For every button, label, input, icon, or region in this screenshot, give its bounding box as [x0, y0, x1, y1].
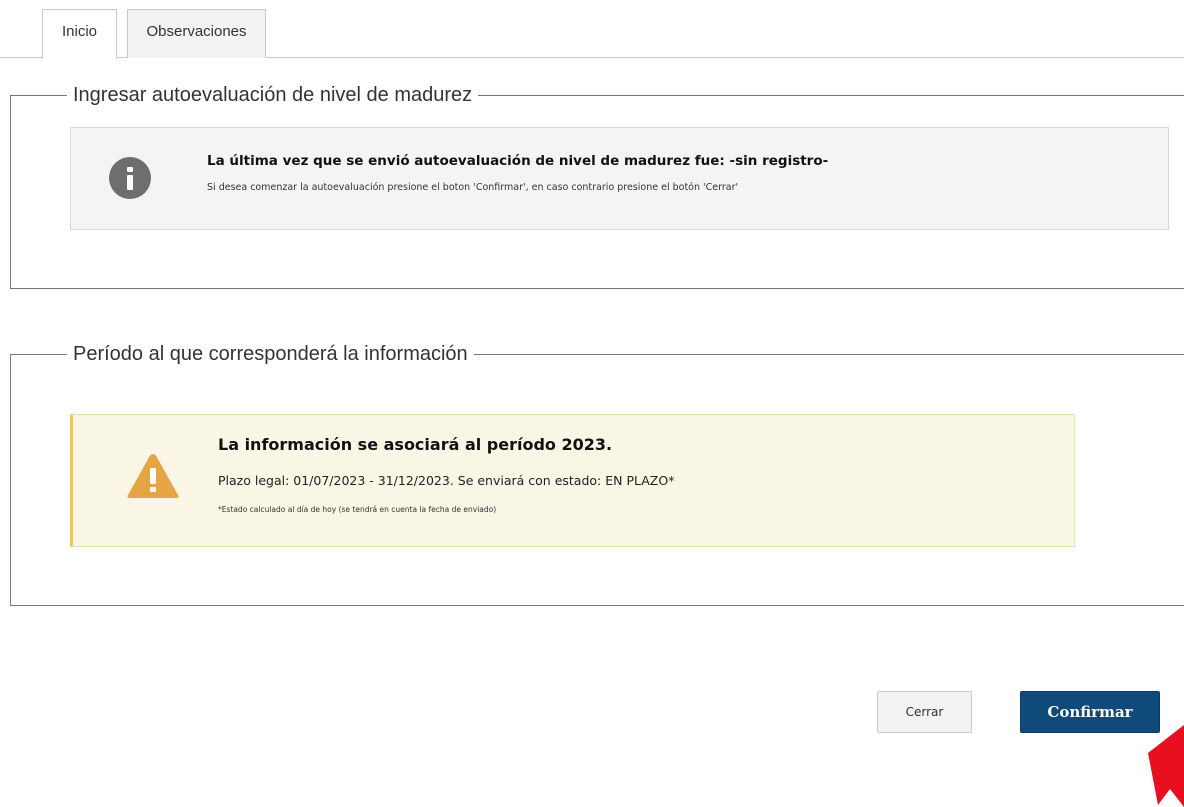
- autoevaluacion-legend: Ingresar autoevaluación de nivel de madu…: [67, 82, 479, 108]
- cerrar-button[interactable]: Cerrar: [877, 691, 972, 733]
- pointer-arrow-icon: [1148, 725, 1184, 807]
- periodo-fieldset: Período al que corresponderá la informac…: [10, 341, 1184, 606]
- info-title: La última vez que se envió autoevaluació…: [207, 153, 829, 169]
- periodo-legend: Período al que corresponderá la informac…: [67, 341, 474, 367]
- tab-inicio-label: Inicio: [61, 23, 98, 40]
- tab-observaciones[interactable]: Observaciones: [127, 9, 266, 58]
- info-alert: La última vez que se envió autoevaluació…: [70, 127, 1169, 230]
- warning-title: La información se asociará al período 20…: [218, 435, 613, 454]
- tab-inicio[interactable]: Inicio: [42, 9, 117, 59]
- tab-observaciones-label: Observaciones: [146, 23, 247, 40]
- autoevaluacion-fieldset: Ingresar autoevaluación de nivel de madu…: [10, 82, 1184, 289]
- info-icon: [109, 157, 151, 199]
- info-subtitle: Si desea comenzar la autoevaluación pres…: [207, 182, 739, 193]
- tab-bar: Inicio Observaciones: [0, 0, 1184, 59]
- warning-alert: La información se asociará al período 20…: [70, 414, 1075, 547]
- warning-deadline: Plazo legal: 01/07/2023 - 31/12/2023. Se…: [218, 473, 675, 488]
- warning-footnote: *Estado calculado al día de hoy (se tend…: [218, 505, 497, 514]
- confirmar-button[interactable]: Confirmar: [1020, 691, 1160, 733]
- warning-icon: [125, 451, 181, 501]
